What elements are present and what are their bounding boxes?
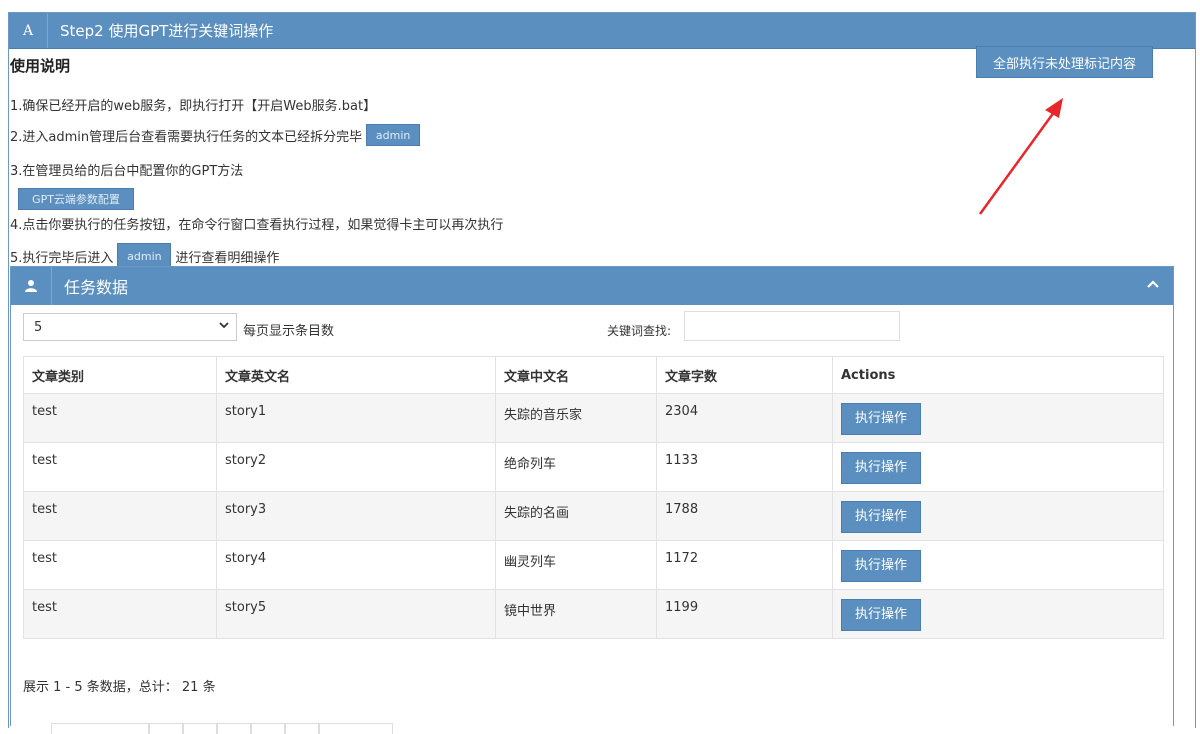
admin-button-1[interactable]: admin [366,124,421,146]
cell-words: 1133 [656,442,833,492]
table-row: test story2 绝命列车 1133 执行操作 [23,442,1164,492]
instruction-text-2: 2.进入admin管理后台查看需要执行任务的文本已经拆分完毕 [10,129,363,145]
cell-category: test [23,442,217,492]
red-arrow-annotation [978,98,1063,215]
task-panel-title: 任务数据 [64,278,129,297]
column-header-en-name[interactable]: 文章英文名 [216,356,496,394]
cell-cn-name: 幽灵列车 [495,540,657,590]
header-letter-icon: A [9,13,48,48]
cell-cn-name: 失踪的音乐家 [495,393,657,443]
task-table: 文章类别 文章英文名 文章中文名 文章字数 Actions test story… [23,356,1164,639]
instruction-text-3: 3.在管理员给的后台中配置你的GPT方法 [10,164,244,179]
instruction-text-1: 1.确保已经开启的web服务，即执行打开【开启Web服务.bat】 [10,99,377,114]
instruction-line-2: 2.进入admin管理后台查看需要执行任务的文本已经拆分完毕 admin [10,124,421,146]
execute-button[interactable]: 执行操作 [841,403,921,435]
pager-page[interactable] [149,723,183,734]
cell-actions: 执行操作 [832,491,1164,541]
cell-actions: 执行操作 [832,540,1164,590]
cell-words: 1199 [656,589,833,639]
table-row: test story1 失踪的音乐家 2304 执行操作 [23,393,1164,443]
instruction-text-5-post: 进行查看明细操作 [175,250,280,266]
gpt-config-button[interactable]: GPT云端参数配置 [18,188,134,210]
pager-page[interactable] [285,723,319,734]
table-header-row: 文章类别 文章英文名 文章中文名 文章字数 Actions [23,356,1164,394]
search-label: 关键词查找: [607,324,672,338]
cell-category: test [23,393,217,443]
task-data-panel: 任务数据 5 每页显示条目数 关键词查找: 文章类别 文章英文名 文章中文名 文… [10,266,1174,734]
execute-button[interactable]: 执行操作 [841,501,921,533]
keyword-search-input[interactable] [684,311,900,341]
execute-button[interactable]: 执行操作 [841,550,921,582]
cell-en-name: story4 [216,540,496,590]
cell-category: test [23,540,217,590]
user-icon [11,267,52,305]
cell-actions: 执行操作 [832,589,1164,639]
column-header-words[interactable]: 文章字数 [656,356,833,394]
instruction-text-5-pre: 5.执行完毕后进入 [10,250,114,266]
pager-page[interactable] [251,723,285,734]
instruction-text-4: 4.点击你要执行的任务按钮，在命令行窗口查看执行过程，如果觉得卡主可以再次执行 [10,218,504,233]
task-panel-header: 任务数据 [11,267,1173,305]
cell-en-name: story3 [216,491,496,541]
pagination-summary: 展示 1 - 5 条数据，总计： 21 条 [23,680,216,695]
page-title: Step2 使用GPT进行关键词操作 [60,22,274,40]
execute-button[interactable]: 执行操作 [841,452,921,484]
page-size-select[interactable]: 5 [23,313,237,341]
chevron-down-icon [218,319,230,334]
pager-page[interactable] [183,723,217,734]
column-header-actions: Actions [832,356,1164,394]
cell-words: 2304 [656,393,833,443]
execute-all-button[interactable]: 全部执行未处理标记内容 [976,46,1153,78]
instruction-line-3-button-row: GPT云端参数配置 [18,188,134,210]
cell-cn-name: 绝命列车 [495,442,657,492]
table-row: test story4 幽灵列车 1172 执行操作 [23,540,1164,590]
instruction-line-4: 4.点击你要执行的任务按钮，在命令行窗口查看执行过程，如果觉得卡主可以再次执行 [10,214,503,233]
cell-cn-name: 镜中世界 [495,589,657,639]
pagination-bar [51,723,393,734]
page-size-value: 5 [34,319,43,335]
instructions-title: 使用说明 [10,57,71,75]
cell-en-name: story1 [216,393,496,443]
pager-page[interactable] [217,723,251,734]
chevron-up-icon[interactable] [1147,278,1159,292]
cell-category: test [23,491,217,541]
instruction-line-3: 3.在管理员给的后台中配置你的GPT方法 [10,160,243,179]
cell-actions: 执行操作 [832,442,1164,492]
cell-actions: 执行操作 [832,393,1164,443]
instruction-line-1: 1.确保已经开启的web服务，即执行打开【开启Web服务.bat】 [10,95,376,114]
cell-words: 1172 [656,540,833,590]
pager-next[interactable] [319,723,393,734]
pager-prev[interactable] [51,723,149,734]
table-row: test story5 镜中世界 1199 执行操作 [23,589,1164,639]
cell-category: test [23,589,217,639]
execute-button[interactable]: 执行操作 [841,599,921,631]
cell-words: 1788 [656,491,833,541]
cell-en-name: story2 [216,442,496,492]
page-header: A Step2 使用GPT进行关键词操作 [9,13,1195,49]
column-header-cn-name[interactable]: 文章中文名 [495,356,657,394]
page-size-label: 每页显示条目数 [243,324,335,339]
column-header-category[interactable]: 文章类别 [23,356,217,394]
table-row: test story3 失踪的名画 1788 执行操作 [23,491,1164,541]
cell-cn-name: 失踪的名画 [495,491,657,541]
cell-en-name: story5 [216,589,496,639]
